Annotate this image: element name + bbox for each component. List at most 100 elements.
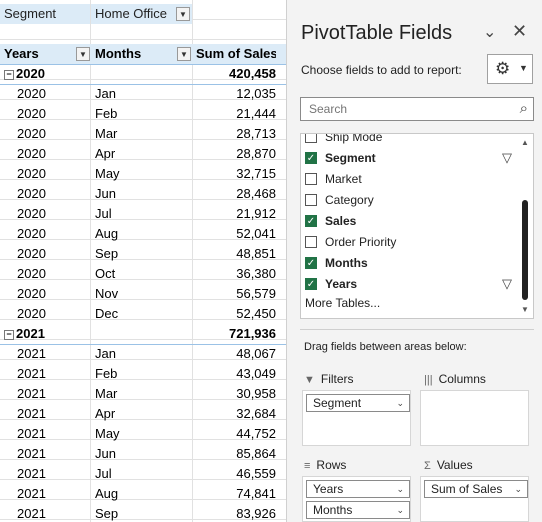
header-sum-of-sales[interactable]: Sum of Sales [196,44,276,64]
field-checkbox[interactable] [305,173,317,185]
years-filter-dropdown-icon[interactable]: ▼ [76,47,90,61]
row-sales[interactable]: 48,067 [196,344,276,364]
field-item[interactable]: Category [305,190,515,210]
row-year[interactable]: 2021 [17,504,101,522]
row-month[interactable]: Mar [95,384,190,404]
row-year[interactable]: 2020 [17,184,101,204]
year-group-label[interactable]: −2020 [4,64,88,84]
row-sales[interactable]: 52,041 [196,224,276,244]
row-year[interactable]: 2020 [17,104,101,124]
values-drop-area[interactable]: Sum of Sales ⌄ [420,476,529,522]
row-year[interactable]: 2021 [17,364,101,384]
field-item[interactable]: ✓ Years ▽ [305,274,515,294]
row-sales[interactable]: 32,715 [196,164,276,184]
row-year[interactable]: 2021 [17,484,101,504]
row-sales[interactable]: 28,468 [196,184,276,204]
row-month[interactable]: Aug [95,484,190,504]
row-year[interactable]: 2021 [17,344,101,364]
row-month[interactable]: Jun [95,184,190,204]
field-checkbox[interactable]: ✓ [305,278,317,290]
row-sales[interactable]: 48,851 [196,244,276,264]
row-year[interactable]: 2020 [17,204,101,224]
field-item[interactable]: ✓ Months [305,253,515,273]
row-year[interactable]: 2020 [17,84,101,104]
row-year[interactable]: 2021 [17,384,101,404]
field-item[interactable]: Ship Mode [305,134,515,147]
row-sales[interactable]: 32,684 [196,404,276,424]
row-month[interactable]: May [95,424,190,444]
values-chip-sum-of-sales[interactable]: Sum of Sales ⌄ [424,480,528,498]
row-year[interactable]: 2020 [17,284,101,304]
row-month[interactable]: Nov [95,284,190,304]
row-sales[interactable]: 85,864 [196,444,276,464]
collapse-icon[interactable]: − [4,69,14,80]
rows-chip-months[interactable]: Months ⌄ [306,501,410,519]
field-checkbox[interactable]: ✓ [305,215,317,227]
row-month[interactable]: Aug [95,224,190,244]
row-year[interactable]: 2021 [17,424,101,444]
field-item[interactable]: ✓ Sales [305,211,515,231]
filter-field-label[interactable]: Segment [0,4,90,24]
field-search-box[interactable]: ⌕ [300,97,534,121]
row-sales[interactable]: 46,559 [196,464,276,484]
row-year[interactable]: 2020 [17,164,101,184]
filters-chip-segment[interactable]: Segment ⌄ [306,394,410,412]
field-checkbox[interactable]: ✓ [305,257,317,269]
row-month[interactable]: Jun [95,444,190,464]
row-sales[interactable]: 28,713 [196,124,276,144]
row-month[interactable]: Jul [95,204,190,224]
row-year[interactable]: 2020 [17,124,101,144]
rows-chip-years[interactable]: Years ⌄ [306,480,410,498]
row-month[interactable]: Sep [95,244,190,264]
chevron-down-icon[interactable]: ⌄ [396,502,404,518]
columns-drop-area[interactable] [420,390,529,446]
chevron-down-icon[interactable]: ⌄ [483,22,496,42]
year-total[interactable]: 420,458 [196,64,276,84]
row-month[interactable]: Feb [95,364,190,384]
row-sales[interactable]: 56,579 [196,284,276,304]
row-year[interactable]: 2020 [17,244,101,264]
row-sales[interactable]: 30,958 [196,384,276,404]
field-list-scrollbar[interactable]: ▲ ▼ [520,138,531,314]
chevron-down-icon[interactable]: ⌄ [514,481,522,497]
row-month[interactable]: Apr [95,144,190,164]
rows-drop-area[interactable]: Years ⌄ Months ⌄ [302,476,411,522]
row-sales[interactable]: 83,926 [196,504,276,522]
more-tables-link[interactable]: More Tables... [305,296,380,310]
row-sales[interactable]: 52,450 [196,304,276,324]
year-total[interactable]: 721,936 [196,324,276,344]
row-year[interactable]: 2021 [17,404,101,424]
field-item[interactable]: ✓ Segment ▽ [305,148,515,168]
search-input[interactable] [307,101,501,117]
field-checkbox[interactable] [305,134,317,143]
field-checkbox[interactable] [305,194,317,206]
row-month[interactable]: Jul [95,464,190,484]
search-icon[interactable]: ⌕ [520,100,528,117]
filter-applied-icon[interactable]: ▼ [176,7,190,21]
row-year[interactable]: 2021 [17,444,101,464]
filters-drop-area[interactable]: Segment ⌄ [302,390,411,446]
field-checkbox[interactable] [305,236,317,248]
row-month[interactable]: Feb [95,104,190,124]
collapse-icon[interactable]: − [4,329,14,340]
row-sales[interactable]: 12,035 [196,84,276,104]
row-year[interactable]: 2021 [17,464,101,484]
tools-settings-button[interactable]: ⚙ ▼ [487,54,533,84]
close-icon[interactable]: ✕ [512,21,527,42]
row-month[interactable]: Sep [95,504,190,522]
scroll-down-icon[interactable]: ▼ [521,305,529,314]
chevron-down-icon[interactable]: ⌄ [396,395,404,411]
row-sales[interactable]: 36,380 [196,264,276,284]
row-month[interactable]: Apr [95,404,190,424]
row-month[interactable]: Oct [95,264,190,284]
row-year[interactable]: 2020 [17,264,101,284]
row-year[interactable]: 2020 [17,224,101,244]
row-sales[interactable]: 21,912 [196,204,276,224]
row-month[interactable]: Jan [95,344,190,364]
scroll-up-icon[interactable]: ▲ [521,138,529,147]
row-month[interactable]: May [95,164,190,184]
year-group-label[interactable]: −2021 [4,324,88,344]
field-item[interactable]: Market [305,169,515,189]
row-year[interactable]: 2020 [17,304,101,324]
scrollbar-thumb[interactable] [522,200,528,300]
